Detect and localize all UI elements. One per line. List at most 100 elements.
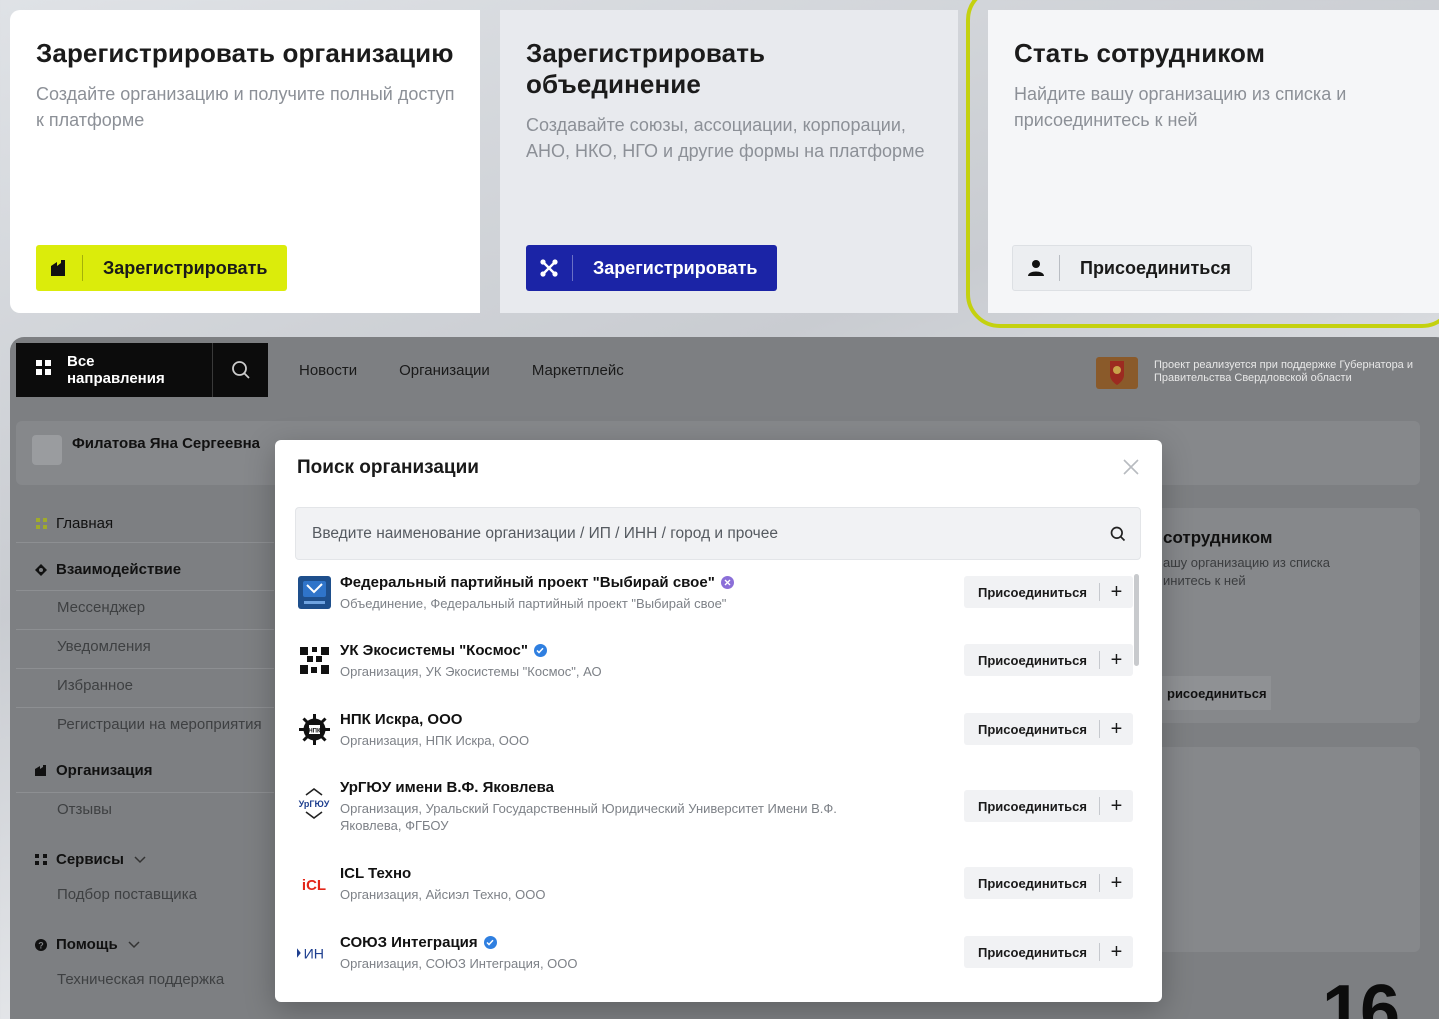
sidebar-item-tech-support[interactable]: Техническая поддержка	[57, 971, 224, 988]
search-field	[295, 507, 1141, 560]
sidebar-item-label: Главная	[56, 515, 114, 532]
sidebar-item-organization[interactable]: Организация	[32, 762, 153, 779]
sidebar-item-label: Взаимодействие	[56, 561, 182, 578]
modal-title: Поиск организации	[297, 457, 479, 478]
org-logo: ИН	[297, 936, 331, 970]
person-icon	[1013, 246, 1059, 290]
network-icon	[526, 245, 572, 291]
page-number: 16	[1322, 971, 1400, 1019]
register-association-button[interactable]: Зарегистрировать	[526, 245, 778, 291]
chevron-down-icon	[134, 855, 146, 863]
join-button[interactable]: Присоединиться +	[964, 644, 1133, 676]
join-button-label: Присоединиться	[978, 721, 1087, 737]
plus-icon: +	[1110, 649, 1123, 671]
diamond-icon	[32, 563, 50, 576]
avatar[interactable]	[32, 435, 62, 465]
government-support-text: Проект реализуется при поддержке Губерна…	[1154, 359, 1414, 384]
org-name-text: УрГЮУ имени В.Ф. Яковлева	[340, 779, 554, 796]
org-logo	[297, 643, 331, 677]
nav-organizations[interactable]: Организации	[399, 362, 490, 379]
plus-icon: +	[1110, 941, 1123, 963]
org-name: УрГЮУ имени В.Ф. Яковлева	[340, 779, 554, 796]
sidebar-item-services[interactable]: Сервисы	[32, 851, 146, 868]
org-description: Организация, СОЮЗ Интеграция, ООО	[340, 956, 578, 971]
sidebar-item-home[interactable]: Главная	[32, 515, 113, 532]
org-description: Организация, НПК Искра, ООО	[340, 733, 530, 748]
search-button[interactable]	[212, 343, 268, 397]
sidebar-item-messenger[interactable]: Мессенджер	[57, 599, 145, 616]
register-organization-card: Зарегистрировать организацию Создайте ор…	[10, 10, 480, 313]
svg-text:?: ?	[38, 940, 44, 950]
org-description: Организация, Уральский Государственный Ю…	[340, 801, 837, 833]
sidebar-item-favorites[interactable]: Избранное	[57, 677, 133, 694]
close-icon	[1123, 459, 1139, 475]
card-description: Найдите вашу организацию из списка и при…	[1014, 84, 1347, 130]
card-title: Стать сотрудником	[1014, 38, 1266, 68]
coat-of-arms-icon	[1096, 357, 1138, 389]
search-input[interactable]	[312, 524, 1110, 543]
register-association-card: Зарегистрировать объединение Создавайте …	[500, 10, 958, 313]
register-organization-button[interactable]: Зарегистрировать	[36, 245, 288, 291]
become-employee-card-background: сотрудником ашу организацию из списка ин…	[1143, 508, 1420, 723]
search-organization-modal: Поиск организации Федеральный партийный …	[275, 440, 1162, 1002]
join-button-background[interactable]: рисоединиться	[1161, 676, 1271, 710]
svg-text:НПК: НПК	[308, 728, 321, 734]
org-name: ICL Техно	[340, 865, 411, 882]
sidebar-item-reviews[interactable]: Отзывы	[57, 801, 112, 818]
button-label: Зарегистрировать	[103, 257, 268, 278]
card-description: Создайте организацию и получите полный д…	[36, 84, 455, 130]
search-icon	[231, 361, 250, 379]
org-name: СОЮЗ Интеграция	[340, 934, 497, 951]
urgyu-logo-text: УрГЮУ	[299, 799, 330, 809]
verified-badge-icon	[720, 576, 734, 589]
org-name: УК Экосистемы "Космос"	[340, 642, 547, 659]
question-icon: ?	[32, 938, 50, 951]
join-button[interactable]: Присоединиться +	[964, 867, 1133, 899]
dots-icon	[32, 854, 50, 865]
join-organization-button[interactable]: Присоединиться	[1012, 245, 1252, 291]
divider	[16, 792, 274, 793]
sidebar-item-label: Сервисы	[56, 851, 124, 868]
all-directions-button[interactable]: Все направления	[16, 343, 212, 397]
background-panel	[1143, 747, 1420, 952]
join-button[interactable]: Присоединиться +	[964, 936, 1133, 968]
nav-marketplace[interactable]: Маркетплейс	[532, 362, 624, 379]
all-directions-label: Все направления	[67, 353, 165, 387]
divider	[16, 590, 274, 591]
org-name-text: НПК Искра, ООО	[340, 711, 463, 728]
icl-logo-text: iCL	[302, 877, 326, 894]
join-button[interactable]: Присоединиться +	[964, 790, 1133, 822]
org-name-text: СОЮЗ Интеграция	[340, 934, 478, 951]
join-button-label: Присоединиться	[978, 652, 1087, 668]
button-label: Присоединиться	[1080, 257, 1231, 278]
building-icon	[36, 245, 82, 291]
org-name-text: Федеральный партийный проект "Выбирай св…	[340, 574, 715, 591]
sidebar-item-interaction[interactable]: Взаимодействие	[32, 561, 181, 578]
sidebar-item-supplier-selection[interactable]: Подбор поставщика	[57, 886, 197, 903]
close-button[interactable]	[1120, 456, 1142, 478]
sidebar-item-notifications[interactable]: Уведомления	[57, 638, 151, 655]
main-nav: Новости Организации Маркетплейс	[299, 362, 624, 379]
search-icon[interactable]	[1110, 526, 1126, 542]
profile-name[interactable]: Филатова Яна Сергеевна	[72, 435, 260, 452]
join-button[interactable]: Присоединиться +	[964, 713, 1133, 745]
verified-badge-icon	[483, 936, 497, 949]
nav-news[interactable]: Новости	[299, 362, 357, 379]
sidebar-item-event-registrations[interactable]: Регистрации на мероприятия	[57, 716, 262, 733]
join-button-label: Присоединиться	[978, 875, 1087, 891]
org-logo: iCL	[297, 867, 331, 901]
plus-icon: +	[1110, 795, 1123, 817]
button-separator	[1059, 255, 1060, 281]
government-support: Проект реализуется при поддержке Губерна…	[1094, 353, 1434, 391]
org-name: НПК Искра, ООО	[340, 711, 462, 728]
org-logo: УрГЮУ	[297, 787, 331, 821]
org-name: Федеральный партийный проект "Выбирай св…	[340, 574, 734, 591]
card-title: Зарегистрировать объединение	[526, 38, 766, 99]
scrollbar[interactable]	[1134, 574, 1139, 666]
sidebar-item-help[interactable]: ? Помощь	[32, 936, 140, 953]
plus-icon: +	[1110, 581, 1123, 603]
chevron-down-icon	[128, 940, 140, 948]
org-description: Организация, Айсиэл Техно, ООО	[340, 887, 546, 902]
divider	[16, 629, 274, 630]
join-button[interactable]: Присоединиться +	[964, 576, 1133, 608]
